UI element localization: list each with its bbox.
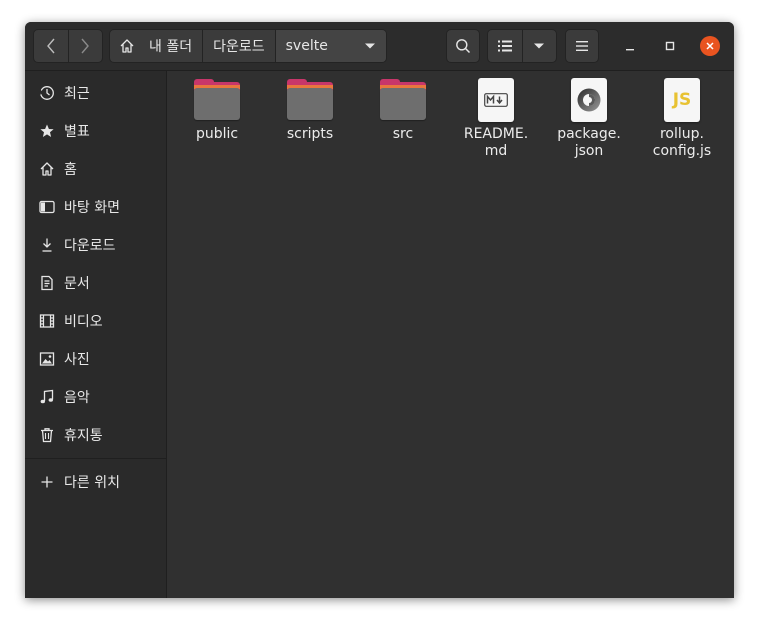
file-name: README. md [463, 126, 529, 159]
close-icon [706, 42, 714, 50]
chevron-right-icon [81, 38, 90, 54]
sidebar-item-label: 음악 [64, 390, 90, 406]
view-options [487, 29, 557, 63]
folder-icon [286, 78, 334, 122]
star-icon [39, 123, 55, 139]
chevron-left-icon [46, 38, 55, 54]
minimize-icon [626, 49, 634, 51]
sidebar-item-label: 사진 [64, 352, 90, 368]
chevron-down-icon [534, 43, 545, 49]
sidebar-separator [25, 458, 166, 459]
download-icon [39, 237, 55, 253]
breadcrumb-label: svelte [285, 38, 328, 54]
music-icon [39, 389, 55, 405]
video-icon [39, 313, 55, 329]
sidebar-item-trash[interactable]: 휴지통 [25, 419, 166, 451]
picture-icon [39, 351, 55, 367]
file-item-markdown[interactable]: README. md [451, 78, 541, 160]
folder-icon [193, 78, 241, 122]
trash-icon [39, 427, 55, 443]
list-view-button[interactable] [488, 30, 522, 62]
sidebar-item-label: 비디오 [64, 314, 103, 330]
file-item-javascript[interactable]: JS rollup. config.js [637, 78, 727, 160]
javascript-file-icon: JS [664, 78, 700, 122]
main-menu-button[interactable] [565, 29, 599, 63]
file-name: package. json [557, 126, 621, 159]
search-button[interactable] [446, 29, 480, 63]
maximize-icon [665, 41, 675, 51]
back-button[interactable] [34, 30, 68, 62]
sidebar-item-recent[interactable]: 최근 [25, 77, 166, 109]
sidebar-item-videos[interactable]: 비디오 [25, 305, 166, 337]
sidebar-item-label: 문서 [64, 276, 90, 292]
markdown-file-icon [478, 78, 514, 122]
file-item-folder[interactable]: src [358, 78, 448, 143]
sidebar-item-other-locations[interactable]: 다른 위치 [25, 466, 166, 498]
file-name: rollup. config.js [652, 126, 712, 159]
breadcrumb-home[interactable]: 내 폴더 [110, 30, 202, 62]
sidebar-item-home[interactable]: 홈 [25, 153, 166, 185]
file-item-folder[interactable]: scripts [265, 78, 355, 143]
breadcrumb-label: 내 폴더 [149, 39, 193, 55]
path-bar: 내 폴더 다운로드 svelte [109, 29, 387, 63]
clock-icon [39, 85, 55, 101]
chevron-down-icon [365, 43, 375, 49]
navigation-buttons [33, 29, 103, 63]
desktop-icon [39, 199, 55, 215]
list-view-icon [497, 40, 512, 52]
file-name: src [392, 126, 414, 142]
sidebar-item-downloads[interactable]: 다운로드 [25, 229, 166, 261]
file-manager-window: 내 폴더 다운로드 svelte 최근 별표 홈 바탕 화면 다운로드 문서 비… [25, 22, 734, 598]
home-icon [39, 161, 55, 177]
folder-icon [379, 78, 427, 122]
view-menu-button[interactable] [521, 30, 557, 62]
sidebar-item-label: 바탕 화면 [64, 200, 120, 216]
sidebar-item-starred[interactable]: 별표 [25, 115, 166, 147]
breadcrumb-label: 다운로드 [213, 39, 265, 55]
sidebar-item-label: 홈 [64, 162, 77, 178]
header-bar: 내 폴더 다운로드 svelte [25, 22, 734, 71]
forward-button[interactable] [67, 30, 103, 62]
home-icon [120, 39, 134, 53]
sidebar-item-documents[interactable]: 문서 [25, 267, 166, 299]
file-name: scripts [286, 126, 334, 142]
file-item-folder[interactable]: public [172, 78, 262, 143]
places-sidebar: 최근 별표 홈 바탕 화면 다운로드 문서 비디오 사진 음악 휴지통 다른 위… [25, 71, 167, 598]
file-name: public [195, 126, 239, 142]
breadcrumb-downloads[interactable]: 다운로드 [202, 30, 275, 62]
sidebar-item-label: 별표 [64, 124, 90, 140]
minimize-button[interactable] [620, 36, 640, 56]
file-view: public scripts src README. md package. j… [167, 71, 734, 598]
sidebar-item-music[interactable]: 음악 [25, 381, 166, 413]
breadcrumb-current[interactable]: svelte [274, 30, 386, 62]
sidebar-item-label: 다운로드 [64, 238, 116, 254]
json-file-icon [571, 78, 607, 122]
close-button[interactable] [700, 36, 720, 56]
sidebar-item-pictures[interactable]: 사진 [25, 343, 166, 375]
sidebar-item-label: 최근 [64, 86, 90, 102]
sidebar-item-label: 다른 위치 [64, 475, 120, 491]
maximize-button[interactable] [660, 36, 680, 56]
sidebar-item-label: 휴지통 [64, 428, 103, 444]
document-icon [39, 275, 55, 291]
hamburger-menu-icon [576, 41, 588, 51]
file-item-json[interactable]: package. json [544, 78, 634, 160]
search-icon [456, 39, 471, 54]
plus-icon [39, 474, 55, 490]
sidebar-item-desktop[interactable]: 바탕 화면 [25, 191, 166, 223]
